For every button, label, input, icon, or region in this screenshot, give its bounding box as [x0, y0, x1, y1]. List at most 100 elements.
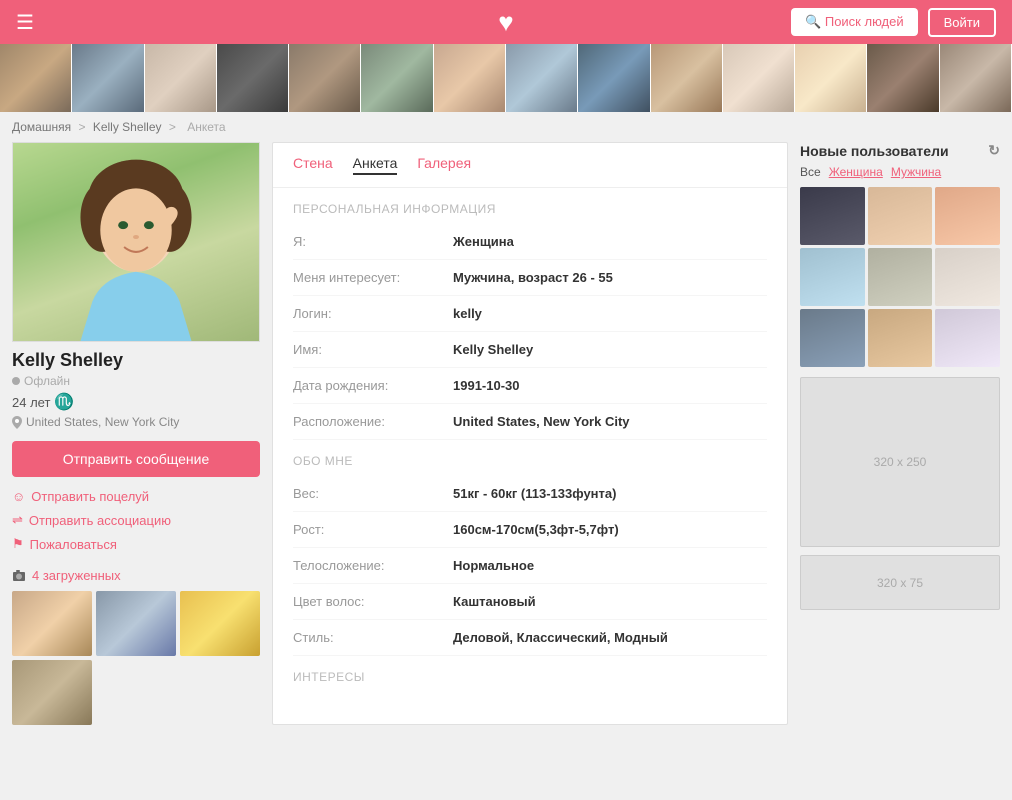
report-label: Пожаловаться	[30, 537, 117, 552]
breadcrumb-user[interactable]: Kelly Shelley	[93, 120, 162, 134]
interest-label: Меня интересует:	[293, 270, 453, 285]
photo-thumb-1[interactable]	[12, 591, 92, 656]
interest-row: Меня интересует: Мужчина, возраст 26 - 5…	[293, 260, 767, 296]
strip-photo-9[interactable]	[578, 44, 650, 112]
ad2-size-label: 320 x 75	[877, 576, 923, 590]
tab-gallery[interactable]: Галерея	[417, 155, 471, 175]
new-user-8[interactable]	[868, 309, 933, 367]
breadcrumb-home[interactable]: Домашняя	[12, 120, 71, 134]
middle-column: Стена Анкета Галерея ПЕРСОНАЛЬНАЯ ИНФОРМ…	[272, 142, 788, 725]
photos-count: 4 загруженных	[32, 568, 121, 583]
profile-age: 24 лет ♏	[12, 392, 260, 412]
dob-row: Дата рождения: 1991-10-30	[293, 368, 767, 404]
ad1-size-label: 320 x 250	[874, 455, 927, 469]
new-users-grid	[800, 187, 1000, 367]
profile-name: Kelly Shelley	[12, 350, 260, 371]
hair-row: Цвет волос: Каштановый	[293, 584, 767, 620]
photos-section: 4 загруженных	[12, 568, 260, 725]
login-row: Логин: kelly	[293, 296, 767, 332]
tab-wall[interactable]: Стена	[293, 155, 333, 175]
strip-photo-6[interactable]	[361, 44, 433, 112]
status-dot	[12, 377, 20, 385]
tab-profile[interactable]: Анкета	[353, 155, 398, 175]
location-label: Расположение:	[293, 414, 453, 429]
dob-value: 1991-10-30	[453, 378, 520, 393]
strip-photo-2[interactable]	[72, 44, 144, 112]
new-users-title: Новые пользователи	[800, 143, 949, 159]
gender-value: Женщина	[453, 234, 514, 249]
strip-photo-5[interactable]	[289, 44, 361, 112]
tabs: Стена Анкета Галерея	[273, 143, 787, 188]
photo-thumb-3[interactable]	[180, 591, 260, 656]
right-column: Новые пользователи ↻ Все Женщина Мужчина…	[800, 142, 1000, 725]
refresh-icon[interactable]: ↻	[988, 142, 1000, 159]
dob-label: Дата рождения:	[293, 378, 453, 393]
send-message-button[interactable]: Отправить сообщение	[12, 441, 260, 477]
new-user-2[interactable]	[868, 187, 933, 245]
weight-value: 51кг - 60кг (113-133фунта)	[453, 486, 616, 501]
name-value: Kelly Shelley	[453, 342, 533, 357]
profile-photo[interactable]	[12, 142, 260, 342]
strip-photo-13[interactable]	[867, 44, 939, 112]
weight-label: Вес:	[293, 486, 453, 501]
strip-photo-12[interactable]	[795, 44, 867, 112]
send-association-link[interactable]: ⇌ Отправить ассоциацию	[12, 512, 260, 528]
breadcrumb-sep1: >	[78, 120, 85, 134]
login-button[interactable]: Войти	[928, 8, 996, 37]
filter-male[interactable]: Мужчина	[891, 165, 941, 179]
strip-photo-4[interactable]	[217, 44, 289, 112]
name-row: Имя: Kelly Shelley	[293, 332, 767, 368]
filter-all[interactable]: Все	[800, 165, 821, 179]
menu-icon[interactable]: ☰	[16, 10, 34, 35]
hair-value: Каштановый	[453, 594, 536, 609]
profile-content: ПЕРСОНАЛЬНАЯ ИНФОРМАЦИЯ Я: Женщина Меня …	[273, 188, 787, 692]
strip-photo-8[interactable]	[506, 44, 578, 112]
report-link[interactable]: ⚑ Пожаловаться	[12, 536, 260, 552]
location-value: United States, New York City	[453, 414, 630, 429]
login-value: kelly	[453, 306, 482, 321]
strip-photo-3[interactable]	[145, 44, 217, 112]
strip-photo-10[interactable]	[651, 44, 723, 112]
association-icon: ⇌	[12, 512, 23, 528]
strip-photo-1[interactable]	[0, 44, 72, 112]
strip-photo-14[interactable]	[940, 44, 1012, 112]
new-user-9[interactable]	[935, 309, 1000, 367]
location-row: Расположение: United States, New York Ci…	[293, 404, 767, 440]
gender-row: Я: Женщина	[293, 224, 767, 260]
new-user-6[interactable]	[935, 248, 1000, 306]
new-user-5[interactable]	[868, 248, 933, 306]
new-users-filters: Все Женщина Мужчина	[800, 165, 1000, 179]
flag-icon: ⚑	[12, 536, 24, 552]
main-layout: Kelly Shelley Офлайн 24 лет ♏ United Sta…	[0, 142, 1012, 737]
logo-icon: ♥	[498, 7, 513, 38]
height-row: Рост: 160см-170см(5,3фт-5,7фт)	[293, 512, 767, 548]
location-icon	[12, 416, 22, 429]
kiss-icon: ☺	[12, 489, 25, 504]
new-user-7[interactable]	[800, 309, 865, 367]
about-me-header: ОБО МНЕ	[293, 440, 767, 476]
hair-label: Цвет волос:	[293, 594, 453, 609]
photos-label: 4 загруженных	[12, 568, 260, 583]
new-user-4[interactable]	[800, 248, 865, 306]
strip-photo-7[interactable]	[434, 44, 506, 112]
search-people-button[interactable]: 🔍 Поиск людей	[791, 8, 918, 36]
new-user-3[interactable]	[935, 187, 1000, 245]
height-label: Рост:	[293, 522, 453, 537]
interest-value: Мужчина, возраст 26 - 55	[453, 270, 613, 285]
build-value: Нормальное	[453, 558, 534, 573]
photo-thumb-2[interactable]	[96, 591, 176, 656]
new-user-1[interactable]	[800, 187, 865, 245]
photo-thumb-4[interactable]	[12, 660, 92, 725]
association-label: Отправить ассоциацию	[29, 513, 171, 528]
height-value: 160см-170см(5,3фт-5,7фт)	[453, 522, 619, 537]
login-label: Логин:	[293, 306, 453, 321]
strip-photo-11[interactable]	[723, 44, 795, 112]
send-kiss-link[interactable]: ☺ Отправить поцелуй	[12, 489, 260, 504]
left-column: Kelly Shelley Офлайн 24 лет ♏ United Sta…	[12, 142, 260, 725]
breadcrumb: Домашняя > Kelly Shelley > Анкета	[0, 112, 1012, 142]
filter-female[interactable]: Женщина	[829, 165, 883, 179]
status-text: Офлайн	[24, 374, 70, 388]
new-users-header: Новые пользователи ↻	[800, 142, 1000, 159]
gender-label: Я:	[293, 234, 453, 249]
build-row: Телосложение: Нормальное	[293, 548, 767, 584]
